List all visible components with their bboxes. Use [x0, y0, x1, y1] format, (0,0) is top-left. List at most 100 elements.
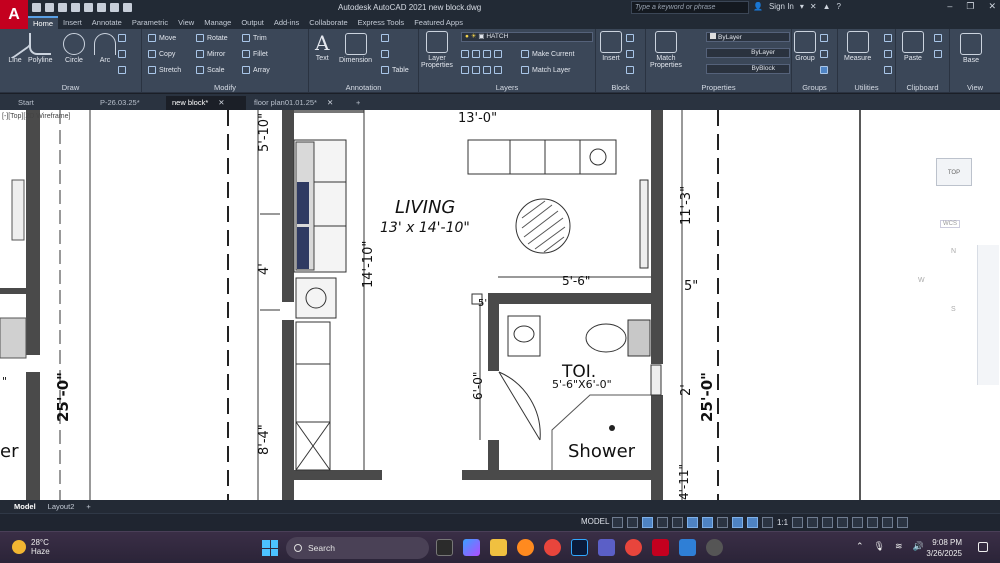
wifi-icon[interactable]: ≋ — [895, 541, 903, 552]
weather-widget[interactable]: 28°C Haze — [12, 538, 50, 556]
arc-button[interactable]: Arc — [94, 33, 116, 64]
close-icon[interactable]: ✕ — [327, 96, 333, 110]
close-icon[interactable]: ✕ — [988, 1, 996, 12]
notification-icon[interactable] — [978, 542, 988, 552]
chrome-profile-icon[interactable] — [625, 539, 642, 556]
close-icon[interactable]: ✕ — [218, 96, 224, 110]
search-input[interactable]: Type a keyword or phrase — [631, 1, 749, 14]
viewport-label[interactable]: [-][Top][2D Wireframe] — [2, 113, 70, 120]
tab-output[interactable]: Output — [236, 16, 269, 29]
modify-panel-title[interactable]: Modify — [142, 83, 308, 92]
snap-icon[interactable] — [627, 517, 638, 528]
layout-tab-model[interactable]: Model — [8, 502, 42, 511]
ungroup-button[interactable] — [820, 33, 828, 43]
undo-icon[interactable] — [97, 3, 106, 12]
annotation-monitor-icon[interactable] — [807, 517, 819, 528]
scale-button[interactable]: Scale — [196, 65, 225, 75]
match-layer-button[interactable]: Match Layer — [521, 65, 571, 75]
photoshop-icon[interactable] — [571, 539, 588, 556]
fillet-button[interactable]: Fillet — [242, 49, 268, 59]
grid-icon[interactable] — [612, 517, 623, 528]
tab-express-tools[interactable]: Express Tools — [353, 16, 410, 29]
linetype-dropdown[interactable]: ByLayer — [706, 48, 790, 58]
dimension-button[interactable]: Dimension — [339, 33, 372, 64]
taskbar-search[interactable]: Search — [286, 537, 429, 559]
scale-readout[interactable]: 1:1 — [777, 517, 788, 528]
group-button[interactable]: Group — [794, 31, 816, 62]
leader-button[interactable] — [381, 49, 389, 59]
recorder-icon[interactable] — [706, 539, 723, 556]
viewcube-top[interactable]: TOP — [936, 158, 972, 186]
array-button[interactable]: Array — [242, 65, 270, 75]
tab-add-ins[interactable]: Add-ins — [269, 16, 304, 29]
doc-tab-start[interactable]: Start — [0, 96, 78, 110]
lineweight-icon[interactable] — [717, 517, 728, 528]
stretch-button[interactable]: Stretch — [148, 65, 181, 75]
save-icon[interactable] — [58, 3, 67, 12]
doc-tab-floor-plan[interactable]: floor plan01.01.25* ✕ — [248, 96, 348, 110]
object-snap-icon[interactable] — [702, 517, 713, 528]
isodraft-icon[interactable] — [672, 517, 683, 528]
polyline-button[interactable]: Polyline — [28, 33, 53, 64]
auto-scale-icon[interactable] — [747, 517, 758, 528]
new-file-icon[interactable] — [32, 3, 41, 12]
add-layout-button[interactable]: + — [80, 502, 96, 511]
line-button[interactable]: Line — [0, 28, 31, 64]
firefox-icon[interactable] — [517, 539, 534, 556]
isolate-objects-icon[interactable] — [852, 517, 864, 528]
object-snap-tracking-icon[interactable] — [687, 517, 698, 528]
move-button[interactable]: Move — [148, 33, 176, 43]
polar-icon[interactable] — [657, 517, 668, 528]
calculator-button[interactable] — [884, 65, 892, 75]
tab-insert[interactable]: Insert — [58, 16, 87, 29]
table-button[interactable]: Table — [381, 65, 409, 75]
tab-manage[interactable]: Manage — [199, 16, 236, 29]
sign-in-link[interactable]: Sign In — [769, 2, 794, 11]
plot-icon[interactable] — [84, 3, 93, 12]
properties-panel-title[interactable]: Properties — [646, 83, 791, 92]
lineweight-dropdown[interactable]: ByBlock — [706, 64, 790, 74]
copilot-icon[interactable] — [463, 539, 480, 556]
match-properties-button[interactable]: Match Properties — [650, 31, 682, 69]
tab-collaborate[interactable]: Collaborate — [304, 16, 352, 29]
graphics-performance-icon[interactable] — [867, 517, 879, 528]
snipping-tool-icon[interactable] — [679, 539, 696, 556]
annotation-visibility-icon[interactable] — [732, 517, 743, 528]
annotation-scale-icon[interactable] — [762, 517, 773, 528]
base-view-button[interactable]: Base — [960, 33, 982, 64]
mirror-button[interactable]: Mirror — [196, 49, 225, 59]
group-select-button[interactable] — [820, 65, 828, 75]
layers-panel-title[interactable]: Layers — [419, 83, 595, 92]
view-panel-title[interactable]: View — [950, 83, 1000, 92]
volume-icon[interactable]: 🔊 — [913, 541, 924, 552]
cut-button[interactable] — [934, 33, 942, 43]
measure-button[interactable]: Measure — [844, 31, 871, 62]
tab-home[interactable]: Home — [28, 16, 59, 29]
copy-clip-button[interactable] — [934, 49, 942, 59]
linear-dim-button[interactable] — [381, 33, 389, 43]
redo-icon[interactable] — [110, 3, 119, 12]
tab-parametric[interactable]: Parametric — [127, 16, 173, 29]
make-current-button[interactable]: Make Current — [521, 49, 574, 59]
save-as-icon[interactable] — [71, 3, 80, 12]
windows-start-icon[interactable] — [262, 540, 278, 556]
minimize-icon[interactable]: – — [947, 1, 952, 12]
layer-tools-row-2[interactable] — [461, 65, 502, 75]
taskbar-clock[interactable]: 9:08 PM 3/26/2025 — [926, 537, 962, 559]
copy-button[interactable]: Copy — [148, 49, 175, 59]
restore-icon[interactable]: ❐ — [966, 1, 974, 12]
quick-properties-icon[interactable] — [837, 517, 849, 528]
clean-screen-icon[interactable] — [882, 517, 894, 528]
rectangle-button[interactable] — [118, 33, 126, 43]
workspace-gear-icon[interactable] — [792, 517, 804, 528]
circle-button[interactable]: Circle — [63, 33, 85, 64]
file-explorer-icon[interactable] — [490, 539, 507, 556]
help-icon[interactable]: ? — [837, 2, 841, 11]
layer-properties-button[interactable]: Layer Properties — [421, 31, 453, 69]
paste-button[interactable]: Paste — [902, 31, 924, 62]
block-panel-title[interactable]: Block — [596, 83, 645, 92]
autocad-taskbar-icon[interactable] — [652, 539, 669, 556]
model-space-button[interactable]: MODEL — [581, 517, 609, 526]
hatch-button[interactable] — [118, 49, 126, 59]
new-tab-button[interactable]: + — [350, 96, 366, 110]
